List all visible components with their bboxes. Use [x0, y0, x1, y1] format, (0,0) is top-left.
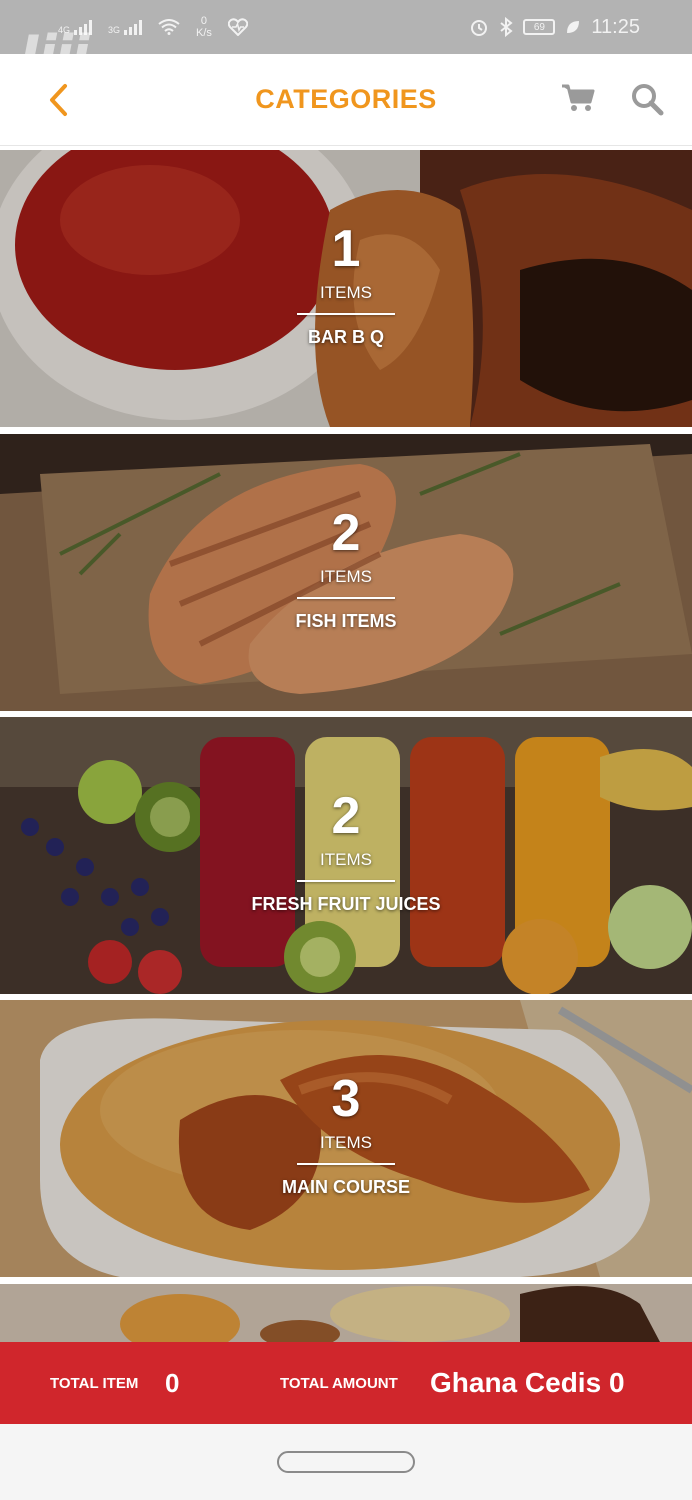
chevron-left-icon	[50, 84, 67, 116]
category-card-bbq[interactable]: 1 ITEMS BAR B Q	[0, 150, 692, 427]
items-label: ITEMS	[320, 283, 372, 302]
network-type-label-secondary: 3G	[108, 25, 121, 35]
item-count: 2	[331, 787, 361, 845]
signal-icon: 4G	[58, 19, 93, 35]
category-name: FRESH FRUIT JUICES	[251, 894, 441, 914]
page-title: CATEGORIES	[255, 84, 437, 114]
battery-level: 69	[533, 21, 545, 33]
network-speed-value: 0	[200, 15, 208, 27]
category-card-juices[interactable]: 2 ITEMS FRESH FRUIT JUICES	[0, 717, 692, 994]
bluetooth-icon	[500, 17, 514, 37]
category-info: 3 ITEMS MAIN COURSE	[0, 1000, 692, 1277]
items-label: ITEMS	[320, 567, 372, 586]
card-overlay	[0, 1284, 692, 1342]
alarm-icon	[471, 20, 488, 36]
cart-summary-bar: TOTAL ITEM 0 TOTAL AMOUNT Ghana Cedis 0	[0, 1342, 692, 1424]
category-name: FISH ITEMS	[295, 611, 397, 631]
clock: 11:25	[591, 15, 640, 38]
divider	[297, 597, 395, 599]
item-count: 3	[331, 1070, 361, 1128]
app-header: CATEGORIES	[0, 54, 692, 146]
category-info: 1 ITEMS BAR B Q	[0, 150, 692, 427]
health-heart-icon	[227, 18, 248, 36]
cart-button[interactable]	[560, 82, 600, 122]
items-label: ITEMS	[320, 850, 372, 869]
home-gesture-pill[interactable]	[277, 1451, 415, 1473]
total-item-value: 0	[165, 1367, 180, 1398]
leaf-icon	[567, 21, 580, 33]
status-left: 4G 3G 0 K/s	[58, 15, 248, 39]
system-nav-bar	[0, 1424, 692, 1500]
status-bar: 4G 3G 0 K/s 69 11:25	[0, 0, 692, 54]
signal-icon-secondary: 3G	[108, 19, 143, 35]
category-card-partial[interactable]	[0, 1284, 692, 1342]
divider	[297, 313, 395, 315]
items-label: ITEMS	[320, 1133, 372, 1152]
back-button[interactable]	[38, 80, 78, 120]
status-right: 69 11:25	[469, 16, 640, 39]
search-icon	[632, 84, 664, 116]
total-amount-label: TOTAL AMOUNT	[280, 1374, 398, 1392]
network-type-label: 4G	[58, 25, 71, 35]
divider	[297, 1163, 395, 1165]
category-card-fish[interactable]: 2 ITEMS FISH ITEMS	[0, 434, 692, 711]
category-info: 2 ITEMS FISH ITEMS	[0, 434, 692, 711]
wifi-icon	[158, 19, 180, 35]
divider	[297, 880, 395, 882]
category-card-main-course[interactable]: 3 ITEMS MAIN COURSE	[0, 1000, 692, 1277]
item-count: 1	[331, 220, 361, 278]
category-name: BAR B Q	[308, 327, 384, 347]
network-speed: 0 K/s	[196, 15, 212, 39]
item-count: 2	[331, 504, 361, 562]
category-info: 2 ITEMS FRESH FRUIT JUICES	[0, 717, 692, 994]
total-amount-value: Ghana Cedis 0	[430, 1367, 625, 1398]
battery-icon: 69	[523, 19, 556, 35]
network-speed-unit: K/s	[196, 27, 212, 39]
search-button[interactable]	[630, 82, 670, 122]
category-name: MAIN COURSE	[281, 1177, 410, 1197]
total-item-label: TOTAL ITEM	[50, 1374, 139, 1392]
cart-icon	[562, 84, 595, 111]
